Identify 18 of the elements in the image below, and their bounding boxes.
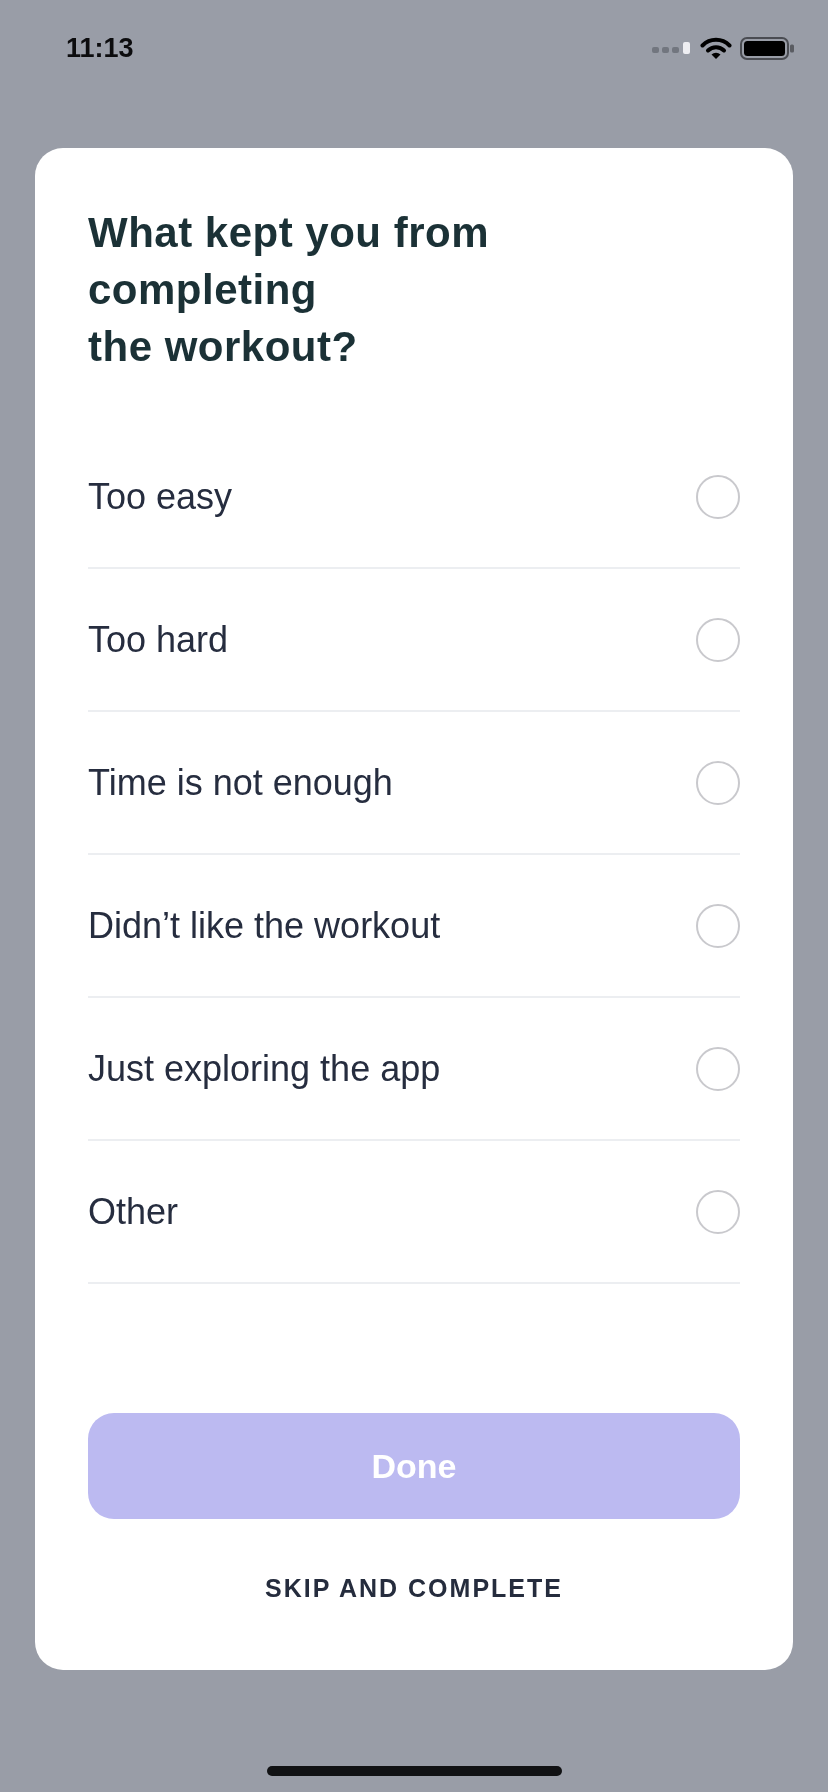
dialog-title: What kept you from completing the workout?	[88, 208, 490, 372]
status-time: 11:13	[66, 34, 134, 62]
option-label[interactable]: Too easy	[88, 474, 233, 519]
option-label[interactable]: Too hard	[88, 617, 229, 662]
radio-button[interactable]	[696, 1189, 740, 1234]
radio-button[interactable]	[696, 474, 740, 519]
radio-button[interactable]	[696, 1046, 740, 1091]
signal-icon	[652, 42, 692, 54]
battery-icon	[740, 36, 794, 60]
radio-button[interactable]	[696, 903, 740, 948]
radio-button[interactable]	[696, 760, 740, 805]
option-label[interactable]: Didn’t like the workout	[88, 903, 441, 948]
option-label[interactable]: Other	[88, 1189, 179, 1234]
option-label[interactable]: Just exploring the app	[88, 1046, 441, 1091]
radio-button[interactable]	[696, 617, 740, 662]
wifi-icon	[700, 37, 732, 59]
skip-button[interactable]: SKIP AND COMPLETE	[255, 1559, 573, 1619]
option-label[interactable]: Time is not enough	[88, 760, 393, 805]
